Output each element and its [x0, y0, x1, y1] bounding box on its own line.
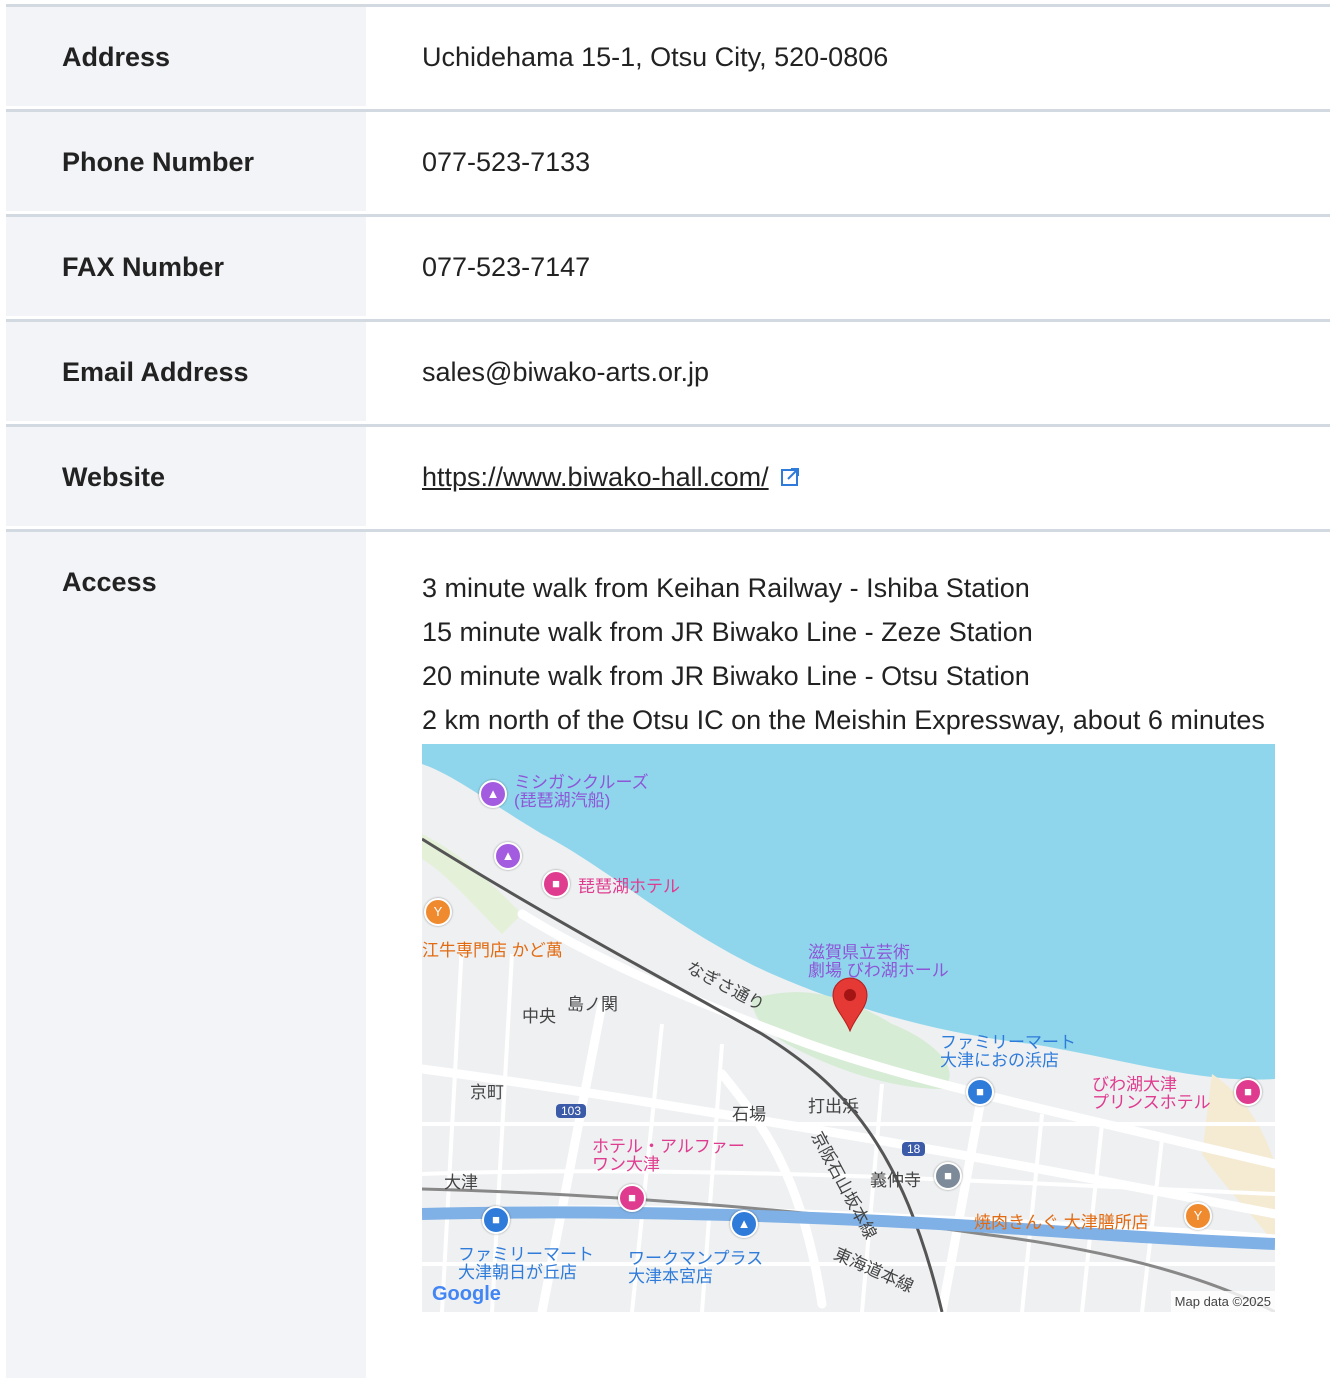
external-link-icon[interactable]	[779, 464, 801, 495]
address-value: Uchidehama 15-1, Otsu City, 520-0806	[422, 42, 889, 72]
phone-row: Phone Number 077-523-7133	[6, 112, 1330, 217]
access-value: 3 minute walk from Keihan Railway - Ishi…	[366, 532, 1330, 1378]
access-line-otsu: 20 minute walk from JR Biwako Line - Ots…	[422, 661, 1030, 691]
map-label-alpha[interactable]: ホテル・アルファー ワン大津	[592, 1138, 745, 1174]
hotel-pin-icon[interactable]: ■	[618, 1184, 646, 1212]
hotel-pin-icon[interactable]: ■	[542, 870, 570, 898]
email-row: Email Address sales@biwako-arts.or.jp	[6, 322, 1330, 427]
fax-row: FAX Number 077-523-7147	[6, 217, 1330, 322]
google-logo: Google	[432, 1283, 501, 1306]
map-data-attribution[interactable]: Map data ©2025	[1170, 1291, 1275, 1312]
info-table: Address Uchidehama 15-1, Otsu City, 520-…	[6, 4, 1330, 1378]
phone-value: 077-523-7133	[422, 147, 591, 177]
attraction-pin-icon[interactable]: ▲	[479, 780, 507, 808]
map[interactable]: ▲ ミシガンクルーズ (琵琶湖汽船) ▲ ■ 琵琶湖ホテル Y 江牛専門店 かど…	[422, 744, 1275, 1312]
map-label-otsu[interactable]: 大津	[444, 1168, 478, 1193]
map-label-prince[interactable]: びわ湖大津 プリンスホテル	[1092, 1076, 1211, 1112]
map-label-familymart-nionohama[interactable]: ファミリーマート 大津におの浜店	[940, 1034, 1076, 1070]
website-value: https://www.biwako-hall.com/	[366, 427, 1330, 526]
attraction-pin-icon[interactable]: ▲	[494, 842, 522, 870]
email-label: Email Address	[6, 322, 366, 421]
map-marker-icon[interactable]	[830, 976, 870, 1032]
map-label-chuo: 中央	[522, 1007, 556, 1026]
map-label-biwako-hotel[interactable]: 琵琶湖ホテル	[578, 872, 680, 897]
hotel-pin-icon[interactable]: ■	[1234, 1078, 1262, 1106]
address-label: Address	[6, 7, 366, 106]
map-label-kadoman[interactable]: 江牛専門店 かど萬	[422, 936, 563, 961]
email-value: sales@biwako-arts.or.jp	[422, 357, 710, 387]
store-pin-icon[interactable]: ■	[966, 1078, 994, 1106]
map-label-shimanoseki[interactable]: 島ノ関	[567, 990, 618, 1015]
website-row: Website https://www.biwako-hall.com/	[6, 427, 1330, 532]
map-label-ishiba[interactable]: 石場	[732, 1100, 766, 1125]
access-line-expressway: 2 km north of the Otsu IC on the Meishin…	[422, 705, 1265, 735]
access-line-zeze: 15 minute walk from JR Biwako Line - Zez…	[422, 617, 1033, 647]
map-label-workman[interactable]: ワークマンプラス 大津本宮店	[628, 1250, 763, 1286]
google-logo-text: Google	[432, 1283, 501, 1305]
map-label-michigan[interactable]: ミシガンクルーズ (琵琶湖汽船)	[514, 774, 649, 810]
phone-label: Phone Number	[6, 112, 366, 211]
map-label-kyomachi: 京町	[470, 1083, 504, 1102]
restaurant-pin-icon[interactable]: Y	[1184, 1202, 1212, 1230]
temple-pin-icon[interactable]: ■	[934, 1162, 962, 1190]
fax-value: 077-523-7147	[422, 252, 591, 282]
map-label-yakiniku[interactable]: 焼肉きんぐ 大津膳所店	[974, 1208, 1149, 1233]
shopping-pin-icon[interactable]: ▲	[730, 1210, 758, 1238]
website-label: Website	[6, 427, 366, 526]
access-row: Access 3 minute walk from Keihan Railway…	[6, 532, 1330, 1378]
store-pin-icon[interactable]: ■	[482, 1206, 510, 1234]
map-label-uchidehama: 打出浜	[808, 1097, 859, 1116]
map-label-hall[interactable]: 滋賀県立芸術 劇場 びわ湖ホール	[808, 944, 949, 980]
access-label: Access	[6, 532, 366, 1378]
route-103-badge: 103	[556, 1104, 587, 1118]
map-label-gichuji[interactable]: 義仲寺	[870, 1166, 921, 1191]
access-line-keihan: 3 minute walk from Keihan Railway - Ishi…	[422, 573, 1030, 603]
route-18-badge: 18	[902, 1142, 926, 1156]
map-label-familymart-asahi[interactable]: ファミリーマート 大津朝日が丘店	[458, 1246, 594, 1282]
address-row: Address Uchidehama 15-1, Otsu City, 520-…	[6, 7, 1330, 112]
website-link[interactable]: https://www.biwako-hall.com/	[422, 462, 769, 492]
restaurant-pin-icon[interactable]: Y	[424, 898, 452, 926]
fax-label: FAX Number	[6, 217, 366, 316]
